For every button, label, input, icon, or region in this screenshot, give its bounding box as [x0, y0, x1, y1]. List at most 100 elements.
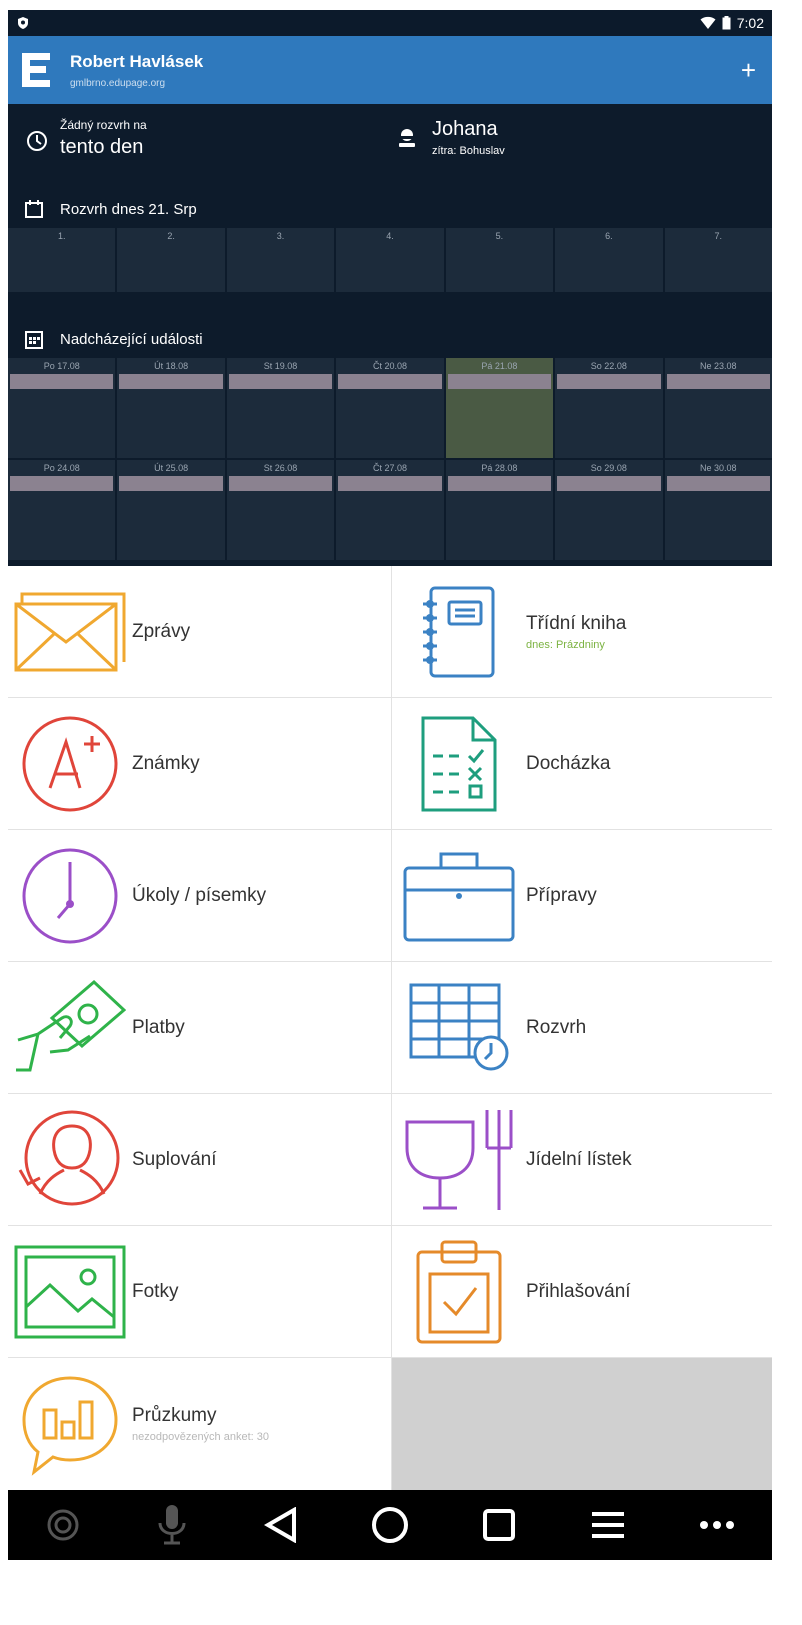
event-day-cell[interactable]: Po 24.08 [8, 460, 116, 560]
home-button[interactable] [360, 1495, 420, 1555]
dashboard-panel: Žádný rozvrh na tento den Johana zítra: … [8, 104, 772, 566]
event-day-cell[interactable]: Ne 23.08 [664, 358, 772, 458]
menu-attendance-label: Docházka [526, 752, 611, 774]
menu-timetable[interactable]: Rozvrh [392, 962, 772, 1094]
timetable-cell[interactable]: 2. [117, 228, 225, 292]
person-icon [399, 129, 415, 147]
events-week-1: Po 17.08 Út 18.08 St 19.08 Čt 20.08 Pá 2… [8, 358, 772, 458]
glass-fork-icon [405, 1109, 513, 1210]
event-day-cell[interactable]: So 29.08 [555, 460, 663, 560]
menu-icon [592, 1512, 625, 1538]
event-day-cell[interactable]: Po 17.08 [8, 358, 116, 458]
menu-payments[interactable]: Platby [8, 962, 392, 1094]
user-domain: gmlbrno.edupage.org [70, 77, 166, 89]
day-label: Ne 23.08 [699, 361, 737, 371]
user-name: Robert Havlásek [70, 51, 204, 71]
menu-surveys[interactable]: Průzkumy nezodpovězených anket: 30 [8, 1358, 392, 1490]
camera-button[interactable] [33, 1495, 93, 1555]
event-day-cell[interactable]: St 26.08 [226, 460, 335, 560]
back-button[interactable] [251, 1495, 311, 1555]
menu-photos-label: Fotky [132, 1280, 179, 1302]
battery-icon [722, 16, 731, 30]
shield-icon [18, 17, 28, 29]
event-day-cell[interactable]: Út 25.08 [117, 460, 225, 560]
event-day-cell[interactable]: So 22.08 [555, 358, 663, 458]
period-label: 4. [386, 231, 394, 241]
menu-substitutions[interactable]: Suplování [8, 1094, 392, 1226]
event-bar [557, 476, 661, 491]
event-bar [666, 374, 770, 389]
menu-class-book[interactable]: Třídní kniha dnes: Prázdniny [392, 566, 772, 698]
period-label: 7. [714, 231, 722, 241]
day-label: Čt 20.08 [372, 361, 407, 371]
event-day-cell[interactable]: Pá 28.08 [445, 460, 554, 560]
menu-grades[interactable]: Známky [8, 698, 392, 830]
menu-homework[interactable]: Úkoly / písemky [8, 830, 392, 962]
timetable-grid: 1. 2. 3. 4. 5. 6. 7. [8, 228, 772, 292]
add-button[interactable]: + [741, 55, 756, 86]
menu-messages[interactable]: Zprávy [8, 566, 392, 698]
menu-button[interactable] [578, 1495, 638, 1555]
menu-substitutions-label: Suplování [132, 1148, 217, 1170]
menu-surveys-sub: nezodpovězených anket: 30 [132, 1431, 269, 1443]
menu-class-book-sub: dnes: Prázdniny [526, 638, 605, 651]
timetable-cell[interactable]: 1. [8, 228, 116, 292]
event-bar [119, 374, 223, 389]
checklist-icon [421, 716, 497, 811]
day-label: Út 18.08 [154, 361, 189, 371]
menu-registrations[interactable]: Přihlašování [392, 1226, 772, 1358]
menu-lunch[interactable]: Jídelní lístek [392, 1094, 772, 1226]
timetable-cell[interactable]: 7. [664, 228, 772, 292]
timetable-cell[interactable]: 6. [555, 228, 663, 292]
recents-icon [483, 1509, 516, 1541]
event-bar [228, 374, 333, 389]
menu-photos[interactable]: Fotky [8, 1226, 392, 1358]
events-title[interactable]: Nadcházející události [8, 320, 772, 358]
menu-registrations-label: Přihlašování [526, 1280, 631, 1302]
day-label: Po 17.08 [43, 361, 80, 371]
timetable-cell[interactable]: 4. [336, 228, 444, 292]
event-bar [10, 476, 114, 491]
today-timetable-info[interactable]: Žádný rozvrh na tento den [8, 104, 390, 190]
wifi-icon [700, 16, 716, 29]
more-button[interactable] [687, 1495, 747, 1555]
period-label: 3. [276, 231, 285, 241]
grade-a-plus-icon [22, 716, 118, 811]
event-day-cell[interactable]: St 19.08 [226, 358, 335, 458]
timetable-cell[interactable]: 3. [226, 228, 335, 292]
event-bar [666, 476, 770, 491]
event-bar [228, 476, 333, 491]
events-title-label: Nadcházející události [60, 330, 203, 348]
event-day-cell[interactable]: Ne 30.08 [664, 460, 772, 560]
mic-button[interactable] [142, 1495, 202, 1555]
menu-attendance[interactable]: Docházka [392, 698, 772, 830]
period-label: 5. [495, 231, 504, 241]
event-day-cell[interactable]: Čt 20.08 [336, 358, 444, 458]
menu-preparations[interactable]: Přípravy [392, 830, 772, 962]
notebook-icon [423, 586, 495, 677]
timetable-title[interactable]: Rozvrh dnes 21. Srp [8, 190, 772, 228]
empty-tile [392, 1358, 772, 1490]
more-icon [700, 1521, 735, 1529]
day-label: Pá 28.08 [481, 463, 518, 473]
menu-grades-label: Známky [132, 752, 200, 774]
menu-preparations-label: Přípravy [526, 884, 597, 906]
camera-icon [47, 1509, 79, 1541]
event-day-cell[interactable]: Út 18.08 [117, 358, 225, 458]
timetable-cell[interactable]: 5. [445, 228, 554, 292]
menu-surveys-label: Průzkumy [132, 1405, 217, 1426]
event-day-cell[interactable]: Čt 27.08 [336, 460, 444, 560]
no-timetable-small: Žádný rozvrh na [60, 118, 147, 132]
day-label: So 29.08 [590, 463, 627, 473]
event-day-cell-today[interactable]: Pá 21.08 [445, 358, 554, 458]
day-label: Út 25.08 [154, 463, 189, 473]
nameday-name: Johana [432, 118, 498, 140]
edupage-logo [22, 53, 50, 87]
recents-button[interactable] [469, 1495, 529, 1555]
clipboard-check-icon [416, 1240, 502, 1343]
main-menu: Zprávy Třídní kniha dnes: Prázdniny Známk… [8, 566, 772, 1490]
user-info[interactable]: Robert Havlásek gmlbrno.edupage.org [70, 52, 203, 89]
nameday-info[interactable]: Johana zítra: Bohuslav [390, 104, 772, 190]
event-bar [338, 374, 442, 389]
event-bar [10, 374, 114, 389]
